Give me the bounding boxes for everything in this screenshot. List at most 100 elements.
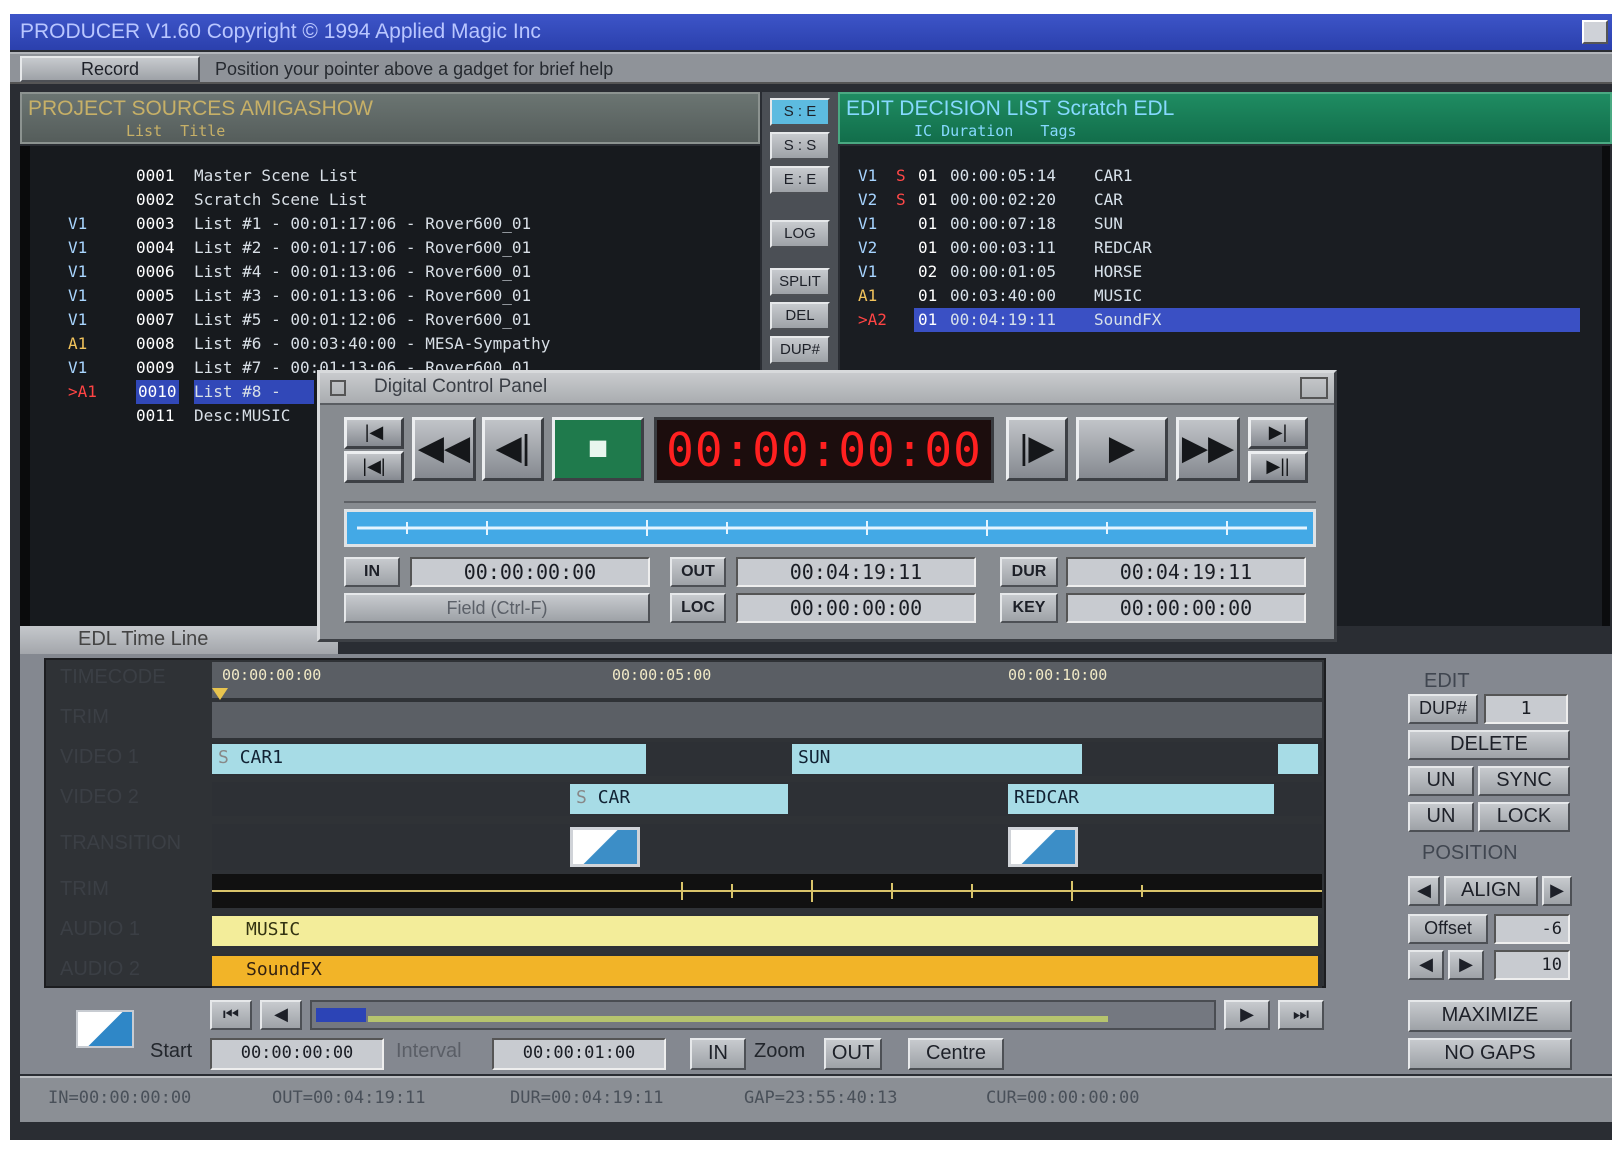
list-item[interactable]: V1 0007 List #5 - 00:01:12:06 - Rover600_0…	[30, 308, 750, 332]
start-start-button[interactable]: S : S	[770, 132, 830, 160]
timecode-display: 00:00:00:00	[654, 417, 994, 483]
start-end-button[interactable]: S : E	[770, 98, 830, 126]
play-button[interactable]: ▶	[1076, 417, 1168, 481]
lock-button[interactable]: LOCK	[1478, 802, 1570, 832]
key-button[interactable]: KEY	[1000, 593, 1058, 623]
list-item[interactable]: 0002 Scratch Scene List	[30, 188, 750, 212]
delete-list-button[interactable]: DEL	[770, 302, 830, 330]
fast-forward-button[interactable]: ▶▶	[1176, 417, 1240, 481]
audio-scrub-bar[interactable]	[344, 509, 1316, 547]
list-item[interactable]: A1 0008 List #6 - 00:03:40:00 - MESA-Sympa…	[30, 332, 750, 356]
scroll-right-button[interactable]: ▶	[1224, 1000, 1270, 1030]
playhead-marker-icon[interactable]	[212, 688, 228, 700]
start-field[interactable]: 00:00:00:00	[210, 1038, 384, 1070]
transition-preview-icon[interactable]	[76, 1010, 134, 1048]
list-number: 0009	[136, 358, 175, 377]
transition-wipe-icon[interactable]	[570, 827, 640, 867]
split-button[interactable]: SPLIT	[770, 268, 830, 296]
sync-button[interactable]: SYNC	[1478, 766, 1570, 796]
list-item[interactable]: V1 0004 List #2 - 00:01:17:06 - Rover600_0…	[30, 236, 750, 260]
nudge-step-field[interactable]: 10	[1494, 950, 1570, 980]
list-item[interactable]: V1 0006 List #4 - 00:01:13:06 - Rover600_0…	[30, 260, 750, 284]
list-item[interactable]: 0001 Master Scene List	[30, 164, 750, 188]
key-field[interactable]: 00:00:00:00	[1066, 593, 1306, 623]
offset-field[interactable]: -6	[1494, 914, 1570, 944]
timecode-ruler[interactable]: 00:00:00:00 00:00:05:00 00:00:10:00	[212, 662, 1322, 700]
video1-track[interactable]: S CAR1 SUN	[212, 742, 1322, 776]
in-point-button[interactable]: IN	[344, 557, 400, 587]
locate-button[interactable]: LOC	[670, 593, 726, 623]
edl-row[interactable]: V2 S 01 00:00:02:20 CAR	[840, 188, 1580, 212]
go-start-button[interactable]: ⏮	[210, 1000, 252, 1030]
go-to-out-button[interactable]: ▶||	[1248, 451, 1308, 483]
end-end-button[interactable]: E : E	[770, 166, 830, 194]
go-to-in-button[interactable]: |◀|	[344, 451, 404, 483]
dup-count-field[interactable]: 1	[1484, 694, 1568, 724]
align-right-button[interactable]: ▶	[1542, 876, 1572, 906]
list-item[interactable]: V1 0003 List #1 - 00:01:17:06 - Rover600_0…	[30, 212, 750, 236]
duration-button[interactable]: DUR	[1000, 557, 1058, 587]
depth-gadget-icon[interactable]	[1582, 20, 1608, 44]
transition-track[interactable]	[212, 824, 1322, 870]
unlock-button[interactable]: UN	[1408, 802, 1474, 832]
edl-header: EDIT DECISION LIST Scratch EDL IC Durati…	[838, 92, 1612, 144]
scroll-left-button[interactable]: ◀	[260, 1000, 302, 1030]
clip-music[interactable]: MUSIC	[212, 916, 1318, 946]
position-ruler[interactable]	[344, 491, 1316, 503]
mark-in-button[interactable]: |◀	[344, 417, 404, 449]
edl-row[interactable]: V1 S 01 00:00:05:14 CAR1	[840, 164, 1580, 188]
stop-button[interactable]: ■	[552, 417, 644, 481]
dcp-title-bar[interactable]: Digital Control Panel	[320, 373, 1334, 405]
go-end-button[interactable]: ⏭	[1278, 1000, 1324, 1030]
record-button[interactable]: Record	[20, 56, 200, 82]
duplicate-button[interactable]: DUP#	[770, 336, 830, 364]
edl-row[interactable]: V1 02 00:00:01:05 HORSE	[840, 260, 1580, 284]
transition-wipe-icon[interactable]	[1008, 827, 1078, 867]
duration-field[interactable]: 00:04:19:11	[1066, 557, 1306, 587]
step-back-button[interactable]: ◀|	[482, 417, 544, 481]
edl-row[interactable]: A1 01 00:03:40:00 MUSIC	[840, 284, 1580, 308]
clip-horse[interactable]	[1278, 744, 1318, 774]
audio2-track[interactable]: SoundFX	[212, 954, 1322, 988]
edl-row[interactable]: V2 01 00:00:03:11 REDCAR	[840, 236, 1580, 260]
in-point-field[interactable]: 00:00:00:00	[410, 557, 650, 587]
edl-row[interactable]: V1 01 00:00:07:18 SUN	[840, 212, 1580, 236]
offset-button[interactable]: Offset	[1408, 914, 1488, 944]
nudge-right-button[interactable]: ▶	[1448, 950, 1484, 980]
video2-track[interactable]: S CAR REDCAR	[212, 782, 1322, 816]
locate-field[interactable]: 00:00:00:00	[736, 593, 976, 623]
trim-track[interactable]	[212, 702, 1322, 738]
align-button[interactable]: ALIGN	[1444, 876, 1538, 906]
close-gadget-icon[interactable]	[330, 380, 346, 396]
depth-gadget-icon[interactable]	[1300, 377, 1328, 399]
clip-car1[interactable]: S CAR1	[212, 744, 646, 774]
dup-count-button[interactable]: DUP#	[1408, 694, 1478, 724]
maximize-button[interactable]: MAXIMIZE	[1408, 1000, 1572, 1032]
no-gaps-button[interactable]: NO GAPS	[1408, 1038, 1572, 1070]
delete-clip-button[interactable]: DELETE	[1408, 730, 1570, 760]
interval-field[interactable]: 00:00:01:00	[492, 1038, 666, 1070]
step-forward-button[interactable]: |▶	[1006, 417, 1068, 481]
audio-trim-waveform[interactable]	[212, 874, 1322, 908]
edl-row-selected[interactable]: >A2 01 00:04:19:11 SoundFX	[840, 308, 1580, 332]
clip-soundfx[interactable]: SoundFX	[212, 956, 1318, 986]
list-item[interactable]: V1 0005 List #3 - 00:01:13:06 - Rover600_0…	[30, 284, 750, 308]
align-left-button[interactable]: ◀	[1408, 876, 1440, 906]
rewind-button[interactable]: ◀◀	[412, 417, 476, 481]
out-point-button[interactable]: OUT	[670, 557, 726, 587]
scrollbar-thumb[interactable]	[316, 1008, 366, 1022]
zoom-out-button[interactable]: OUT	[824, 1038, 882, 1070]
zoom-in-button[interactable]: IN	[690, 1038, 746, 1070]
audio1-track[interactable]: MUSIC	[212, 914, 1322, 948]
centre-button[interactable]: Centre	[908, 1038, 1004, 1070]
timeline-scrollbar[interactable]	[310, 1000, 1216, 1030]
nudge-left-button[interactable]: ◀	[1408, 950, 1444, 980]
clip-redcar[interactable]: REDCAR	[1008, 784, 1274, 814]
mark-out-button[interactable]: ▶|	[1248, 417, 1308, 449]
field-toggle-button[interactable]: Field (Ctrl-F)	[344, 593, 650, 623]
clip-sun[interactable]: SUN	[792, 744, 1082, 774]
clip-car[interactable]: S CAR	[570, 784, 788, 814]
unsync-button[interactable]: UN	[1408, 766, 1474, 796]
out-point-field[interactable]: 00:04:19:11	[736, 557, 976, 587]
log-button[interactable]: LOG	[770, 220, 830, 248]
